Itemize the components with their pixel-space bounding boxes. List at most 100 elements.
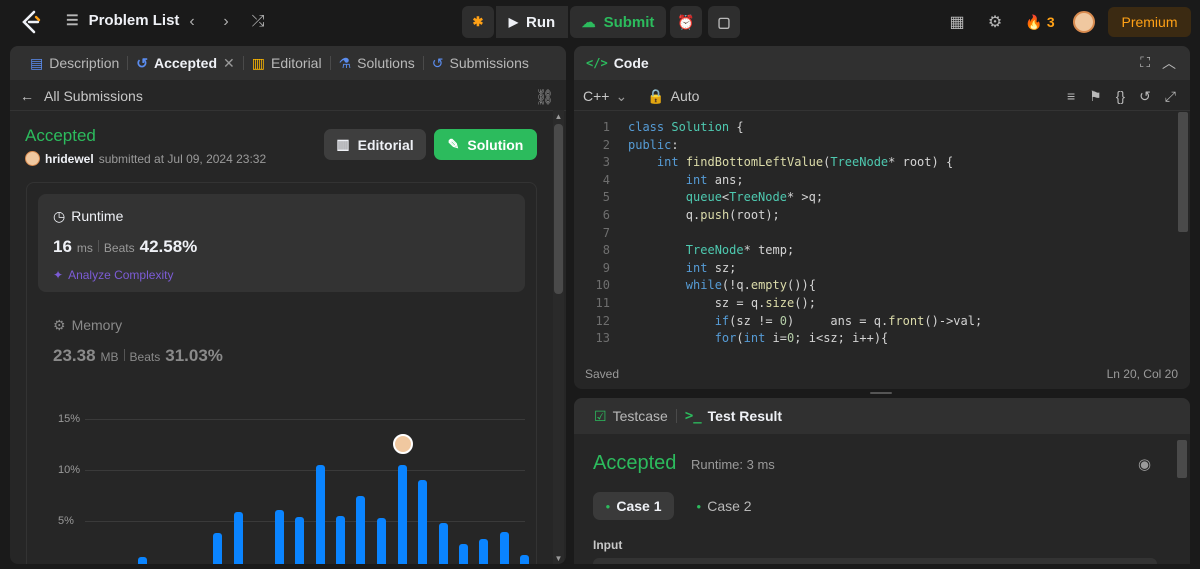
chart-bar[interactable] (295, 516, 304, 564)
code-editor[interactable]: 1 class Solution {2 public: 3 int findBotto… (580, 119, 1170, 347)
premium-button[interactable]: Premium (1108, 7, 1191, 37)
tab-editorial[interactable]: ▥ Editorial (244, 46, 330, 80)
code-line[interactable]: 3 int findBottomLeftValue(TreeNode* root… (580, 154, 1170, 172)
problem-list-label: Problem List (88, 12, 180, 29)
line-number: 4 (602, 172, 610, 187)
next-problem-icon[interactable]: › (216, 12, 236, 32)
solution-button[interactable]: ✎ Solution (434, 129, 537, 160)
code-line[interactable]: 1 class Solution { (580, 119, 1170, 137)
case-2-tab[interactable]: ● Case 2 (686, 492, 762, 520)
chart-bar[interactable] (377, 517, 386, 564)
avatar (25, 151, 40, 166)
beats-label: Beats (103, 241, 135, 255)
memory-unit: MB (100, 350, 119, 364)
chart-bar[interactable] (138, 556, 147, 564)
editorial-button[interactable]: ▥ Editorial (324, 129, 426, 160)
notes-button[interactable]: ▢ (708, 6, 740, 38)
chart-bar[interactable] (398, 464, 407, 564)
timer-button[interactable]: ⏰ (670, 6, 702, 38)
code-line[interactable]: 13 for(int i=0; i<sz; i++){ (580, 330, 1170, 347)
analyze-complexity-link[interactable]: ✦ Analyze Complexity (53, 268, 173, 282)
code-line[interactable]: 2 public: (580, 137, 1170, 155)
submitted-time: submitted at Jul 09, 2024 23:32 (98, 151, 267, 166)
code-line[interactable]: 5 queue<TreeNode* >q; (580, 189, 1170, 207)
beats-label: Beats (129, 350, 161, 364)
chart-bar[interactable] (336, 515, 345, 564)
solution-label: Solution (467, 136, 524, 153)
expand-icon[interactable]: ⤢ (1165, 88, 1176, 105)
problem-list-button[interactable]: ☰ Problem List (66, 12, 179, 29)
code-line[interactable]: 10 while(!q.empty()){ (580, 277, 1170, 295)
prev-problem-icon[interactable]: ‹ (182, 12, 202, 32)
case-1-tab[interactable]: ● Case 1 (593, 492, 674, 520)
chart-bar[interactable] (213, 533, 222, 564)
reset-icon[interactable]: ↺ (1139, 88, 1151, 105)
streak-counter[interactable]: 🔥 3 (1022, 11, 1058, 33)
gear-icon[interactable]: ⚙ (984, 11, 1006, 33)
code-line[interactable]: 8 TreeNode* temp; (580, 242, 1170, 260)
debug-button[interactable]: ✱ (462, 6, 494, 38)
avatar[interactable] (1073, 11, 1095, 33)
result-scrollbar[interactable] (1177, 440, 1187, 478)
tab-testcase[interactable]: ☑ Testcase (586, 399, 676, 433)
code-text: TreeNode* temp; (685, 243, 795, 258)
username[interactable]: hridewel (45, 152, 94, 166)
code-line[interactable]: 6 q.push(root); (580, 207, 1170, 225)
shuffle-icon[interactable]: ⤮ (248, 12, 268, 32)
sparkle-icon: ✦ (53, 268, 64, 282)
autocomplete-mode[interactable]: 🔒 Auto (647, 88, 699, 105)
result-runtime: Runtime: 3 ms (691, 457, 775, 472)
chart-bar[interactable] (520, 554, 529, 564)
chart-bar[interactable] (439, 523, 448, 564)
eye-icon[interactable]: ◉ (1138, 455, 1151, 473)
code-scrollbar[interactable] (1178, 112, 1188, 232)
tab-description[interactable]: ▤ Description (22, 46, 127, 80)
code-line[interactable]: 12 if(sz != 0) ans = q.front()->val; (580, 313, 1170, 331)
scrollbar-thumb[interactable] (554, 124, 563, 294)
resize-handle[interactable] (870, 392, 892, 394)
collapse-icon[interactable]: ︿ (1162, 53, 1176, 73)
line-number: 13 (595, 331, 610, 346)
format-icon[interactable]: ≡ (1067, 88, 1075, 105)
code-line[interactable]: 4 int ans; (580, 172, 1170, 190)
leetcode-logo-icon[interactable] (20, 10, 42, 34)
braces-icon[interactable]: {} (1116, 88, 1125, 105)
maximize-icon[interactable]: ⛶ (1140, 54, 1150, 71)
arrow-left-icon: ← (20, 88, 34, 104)
scrollbar[interactable]: ▲ ▼ (553, 110, 564, 564)
bookmark-icon[interactable]: ⚑ (1089, 88, 1102, 105)
runtime-distribution-chart: 15% 10% 5% (10, 401, 550, 564)
chart-bar[interactable] (356, 495, 365, 564)
runtime-card[interactable]: ◷ Runtime 16 ms Beats 42.58% ✦ Analyze C… (38, 194, 525, 292)
chart-bar[interactable] (479, 539, 488, 564)
run-button[interactable]: ▶ Run (496, 6, 568, 38)
code-icon: </> (586, 56, 608, 70)
submit-button[interactable]: ☁ Submit (570, 6, 666, 38)
code-text: q.push(root); (685, 207, 780, 222)
chart-bar[interactable] (418, 480, 427, 564)
language-select[interactable]: C++ ⌄ (583, 88, 627, 105)
chart-bar[interactable] (275, 509, 284, 564)
chart-bar[interactable] (459, 544, 468, 564)
back-to-submissions[interactable]: ← All Submissions (20, 88, 143, 104)
chart-bar[interactable] (234, 511, 243, 564)
chart-bar[interactable] (316, 464, 325, 564)
chart-bar[interactable] (500, 532, 509, 564)
tab-test-result[interactable]: >_ Test Result (677, 399, 790, 433)
flame-icon: 🔥 (1025, 13, 1043, 30)
back-label: All Submissions (44, 88, 143, 104)
code-line[interactable]: 9 int sz; (580, 260, 1170, 278)
submission-meta: hridewel submitted at Jul 09, 2024 23:32 (25, 151, 266, 166)
tab-accepted[interactable]: ↺ Accepted ✕ (128, 46, 243, 80)
tab-label: Testcase (612, 408, 668, 424)
layout-grid-icon[interactable]: ▦ (946, 11, 968, 33)
bug-icon: ✱ (472, 14, 484, 29)
tab-solutions[interactable]: ⚗ Solutions (331, 46, 423, 80)
code-line[interactable]: 7 (580, 225, 1170, 243)
close-icon[interactable]: ✕ (223, 55, 235, 72)
tab-submissions[interactable]: ↺ Submissions (424, 46, 537, 80)
streak-value: 3 (1046, 14, 1055, 30)
link-icon[interactable]: ⛓ (535, 88, 554, 106)
memory-header[interactable]: ⚙ Memory (53, 317, 122, 334)
code-line[interactable]: 11 sz = q.size(); (580, 295, 1170, 313)
